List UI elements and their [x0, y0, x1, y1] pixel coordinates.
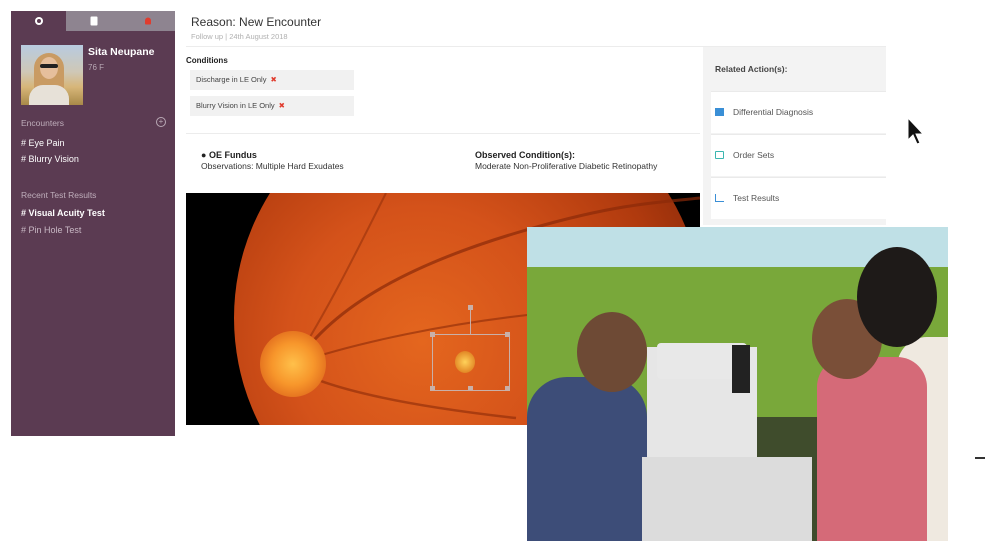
- recent-tests-heading: Recent Test Results: [21, 190, 97, 200]
- condition-label: Blurry Vision in LE Only: [196, 101, 275, 110]
- patient-sidebar: Sita Neupane 76 F Encounters + # Eye Pai…: [11, 11, 175, 436]
- tab-patient[interactable]: [11, 11, 66, 31]
- mouse-cursor-icon: [907, 116, 925, 145]
- clipboard-icon: [90, 16, 97, 26]
- sidebar-tabs: [11, 11, 175, 31]
- clinic-photo: [527, 227, 948, 541]
- avatar: [21, 45, 83, 105]
- region-of-interest-box[interactable]: [430, 305, 510, 391]
- tab-records[interactable]: [66, 11, 121, 31]
- condition-chip: Blurry Vision in LE Only ✖: [190, 96, 354, 116]
- bell-icon: [145, 17, 151, 25]
- related-actions-heading: Related Action(s):: [715, 64, 788, 74]
- optic-disc: [260, 331, 326, 397]
- patient-name: Sita Neupane: [88, 46, 155, 58]
- action-differential-diagnosis[interactable]: Differential Diagnosis: [711, 91, 886, 133]
- condition-label: Discharge in LE Only: [196, 75, 267, 84]
- condition-chip: Discharge in LE Only ✖: [190, 70, 354, 90]
- action-label: Test Results: [733, 193, 780, 203]
- conditions-heading: Conditions: [186, 56, 228, 65]
- action-label: Differential Diagnosis: [733, 107, 814, 117]
- action-label: Order Sets: [733, 150, 775, 160]
- observed-condition-label: Observed Condition(s):: [475, 150, 576, 160]
- action-test-results[interactable]: Test Results: [711, 177, 886, 219]
- observed-condition-value: Moderate Non-Proliferative Diabetic Reti…: [475, 161, 658, 171]
- encounter-item[interactable]: # Blurry Vision: [21, 154, 79, 164]
- clipboard-icon: [715, 151, 724, 159]
- encounters-heading: Encounters: [21, 118, 64, 128]
- encounter-item[interactable]: # Eye Pain: [21, 138, 65, 148]
- add-encounter-icon[interactable]: +: [156, 117, 166, 127]
- followup-date: Follow up | 24th August 2018: [191, 32, 288, 41]
- divider: [186, 133, 700, 134]
- tab-alerts[interactable]: [121, 11, 175, 31]
- dash-mark: [975, 457, 985, 459]
- finding-title: ● OE Fundus: [201, 150, 257, 160]
- remove-icon[interactable]: ✖: [279, 101, 285, 110]
- action-order-sets[interactable]: Order Sets: [711, 134, 886, 176]
- user-icon: [34, 17, 43, 25]
- test-result-item[interactable]: # Pin Hole Test: [21, 225, 81, 235]
- observations-text: Observations: Multiple Hard Exudates: [201, 161, 344, 171]
- page-title: Reason: New Encounter: [191, 15, 322, 29]
- remove-icon[interactable]: ✖: [270, 75, 276, 84]
- patient-age-sex: 76 F: [88, 63, 105, 72]
- chart-icon: [715, 194, 724, 202]
- diagnosis-icon: [715, 108, 724, 116]
- related-actions-panel: Related Action(s): Differential Diagnosi…: [703, 47, 886, 225]
- test-result-item[interactable]: # Visual Acuity Test: [21, 208, 105, 218]
